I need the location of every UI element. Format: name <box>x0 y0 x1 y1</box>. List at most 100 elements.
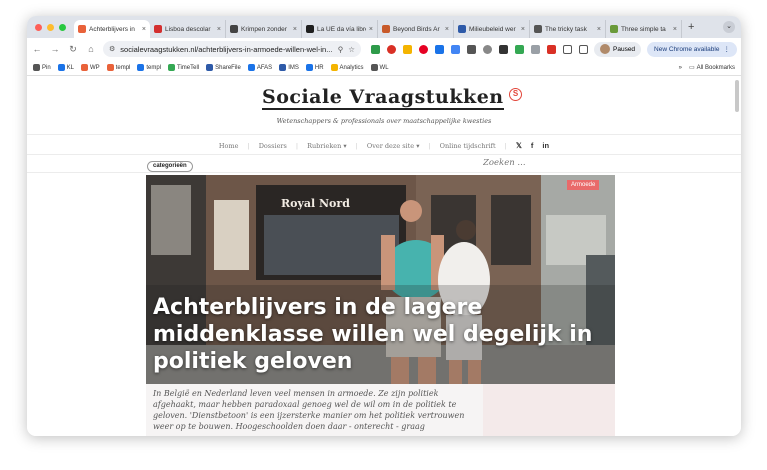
site-logo-text: Sociale Vraagstukken <box>262 86 504 110</box>
new-tab-button[interactable]: + <box>682 21 700 33</box>
extensions-puzzle-icon[interactable] <box>563 44 572 54</box>
linkedin-icon[interactable]: in <box>542 141 549 150</box>
browser-toolbar: ← → ↻ ⌂ ⚙ socialevraagstukken.nl/achterb… <box>27 38 741 60</box>
nav-divider: | <box>428 141 431 150</box>
divider <box>27 134 741 135</box>
bookmark-label: KL <box>66 64 75 71</box>
browser-tab[interactable]: Milieubeleid wer × <box>454 20 530 38</box>
browser-tab[interactable]: Lisboa descolar × <box>150 20 226 38</box>
site-logo[interactable]: Sociale Vraagstukken <box>262 86 504 110</box>
browser-tab[interactable]: Beyond Birds Ar × <box>378 20 454 38</box>
bookmark-item[interactable]: TimeTell <box>168 64 199 71</box>
extension-icon[interactable] <box>515 44 524 54</box>
extension-icon[interactable] <box>499 44 508 54</box>
extension-icon[interactable] <box>531 44 540 54</box>
bookmark-item[interactable]: IMS <box>279 64 299 71</box>
tab-close-icon[interactable]: × <box>445 26 449 33</box>
nav-label: Rubrieken <box>307 141 342 150</box>
bookmark-favicon-icon <box>137 64 145 71</box>
tab-favicon-icon <box>230 25 238 33</box>
nav-item-online-tijdschrift[interactable]: Online tijdschrift <box>440 142 496 150</box>
extension-icon[interactable] <box>387 44 396 54</box>
browser-tab[interactable]: La UE da vía libre × <box>302 20 378 38</box>
more-menu-icon[interactable]: ⋮ <box>723 45 730 53</box>
tab-title: La UE da vía libre <box>317 25 366 33</box>
back-icon[interactable]: ← <box>31 44 43 54</box>
nav-item-home[interactable]: Home <box>219 142 239 150</box>
category-badge[interactable]: Armoede <box>567 180 600 190</box>
browser-tab[interactable]: Krimpen zonder × <box>226 20 302 38</box>
tab-close-icon[interactable]: × <box>217 26 221 33</box>
bookmark-favicon-icon <box>247 64 255 71</box>
bookmark-item[interactable]: Pin <box>33 64 51 71</box>
close-window-button[interactable] <box>35 23 42 31</box>
nav-item-rubrieken[interactable]: Rubrieken ▾ <box>307 142 347 150</box>
bookmark-item[interactable]: WL <box>370 64 389 71</box>
tab-close-icon[interactable]: × <box>142 26 146 33</box>
tab-title: Krimpen zonder <box>241 25 287 33</box>
tab-close-icon[interactable]: × <box>521 26 525 33</box>
home-icon[interactable]: ⌂ <box>85 44 97 54</box>
article-headline[interactable]: Achterblijvers in de lagere middenklasse… <box>153 294 623 375</box>
browser-tab[interactable]: Three simple ta × <box>606 20 682 38</box>
categories-button[interactable]: categorieën <box>147 161 193 172</box>
extension-icon[interactable] <box>547 44 556 54</box>
extension-icon[interactable] <box>419 44 428 54</box>
nav-item-dossiers[interactable]: Dossiers <box>259 142 287 150</box>
extension-icon[interactable] <box>451 44 460 54</box>
tab-title: Achterblijvers in <box>89 25 135 33</box>
tab-close-icon[interactable]: × <box>369 26 373 33</box>
tab-title: Beyond Birds Ar <box>393 25 440 33</box>
bookmark-item[interactable]: templ <box>137 64 161 71</box>
bookmark-item[interactable]: ShareFile <box>206 64 241 71</box>
bookmark-item[interactable]: templ <box>106 64 130 71</box>
side-panel-icon[interactable] <box>579 44 588 54</box>
tab-close-icon[interactable]: × <box>293 26 297 33</box>
extension-icon[interactable] <box>371 44 380 54</box>
extension-icon[interactable] <box>467 44 476 54</box>
bookmark-item[interactable]: Analytics <box>330 64 364 71</box>
minimize-window-button[interactable] <box>47 23 54 31</box>
article-lead: In België en Nederland leven veel mensen… <box>146 384 483 436</box>
maximize-window-button[interactable] <box>59 23 66 31</box>
update-chrome-button[interactable]: New Chrome available ⋮ <box>647 41 737 57</box>
bookmark-label: WL <box>379 64 389 71</box>
bookmark-item[interactable]: HR <box>305 64 324 71</box>
extension-icon[interactable] <box>403 44 412 54</box>
bookmarks-overflow-icon[interactable]: » <box>679 65 682 71</box>
profile-paused-button[interactable]: Paused <box>594 41 642 57</box>
tab-favicon-icon <box>458 25 466 33</box>
bookmark-label: Analytics <box>339 64 364 71</box>
paused-label: Paused <box>613 45 636 53</box>
search-input[interactable] <box>483 158 733 168</box>
nav-divider: | <box>247 141 250 150</box>
main-navigation: Home | Dossiers | Rubrieken ▾ | Over dez… <box>27 141 741 150</box>
bookmarks-bar: Pin KL WP templ templ TimeTell ShareFile AFAS IM… <box>27 60 741 76</box>
forward-icon[interactable]: → <box>49 44 61 54</box>
bookmark-item[interactable]: WP <box>81 64 100 71</box>
extension-icon[interactable] <box>435 44 444 54</box>
twitter-icon[interactable]: 𝕏 <box>516 141 522 150</box>
site-info-icon[interactable]: ⚙ <box>109 45 115 53</box>
bookmark-favicon-icon <box>57 64 65 71</box>
extension-icon[interactable] <box>483 44 492 54</box>
shop-sign-text: Royal Nord <box>281 197 350 210</box>
reload-icon[interactable]: ↻ <box>67 44 79 55</box>
browser-tab[interactable]: The tricky task × <box>530 20 606 38</box>
all-bookmarks-button[interactable]: ▭ All Bookmarks <box>689 64 735 72</box>
bookmark-item[interactable]: KL <box>57 64 75 71</box>
facebook-icon[interactable]: f <box>531 141 534 150</box>
zoom-icon[interactable]: ⚲ <box>338 45 344 54</box>
browser-tab[interactable]: Achterblijvers in × <box>74 20 150 38</box>
bookmark-star-icon[interactable]: ☆ <box>348 45 355 54</box>
caret-down-icon: ▾ <box>343 141 347 150</box>
tab-search-button[interactable]: ⌄ <box>723 21 735 33</box>
tab-close-icon[interactable]: × <box>597 26 601 33</box>
nav-item-over-deze-site[interactable]: Over deze site ▾ <box>367 142 420 150</box>
bookmark-item[interactable]: AFAS <box>247 64 272 71</box>
url-text[interactable]: socialevraagstukken.nl/achterblijvers-in… <box>120 45 332 54</box>
scrollbar[interactable] <box>735 80 739 112</box>
address-bar[interactable]: ⚙ socialevraagstukken.nl/achterblijvers-… <box>103 41 361 57</box>
tab-close-icon[interactable]: × <box>673 26 677 33</box>
tab-title: Three simple ta <box>621 25 666 33</box>
